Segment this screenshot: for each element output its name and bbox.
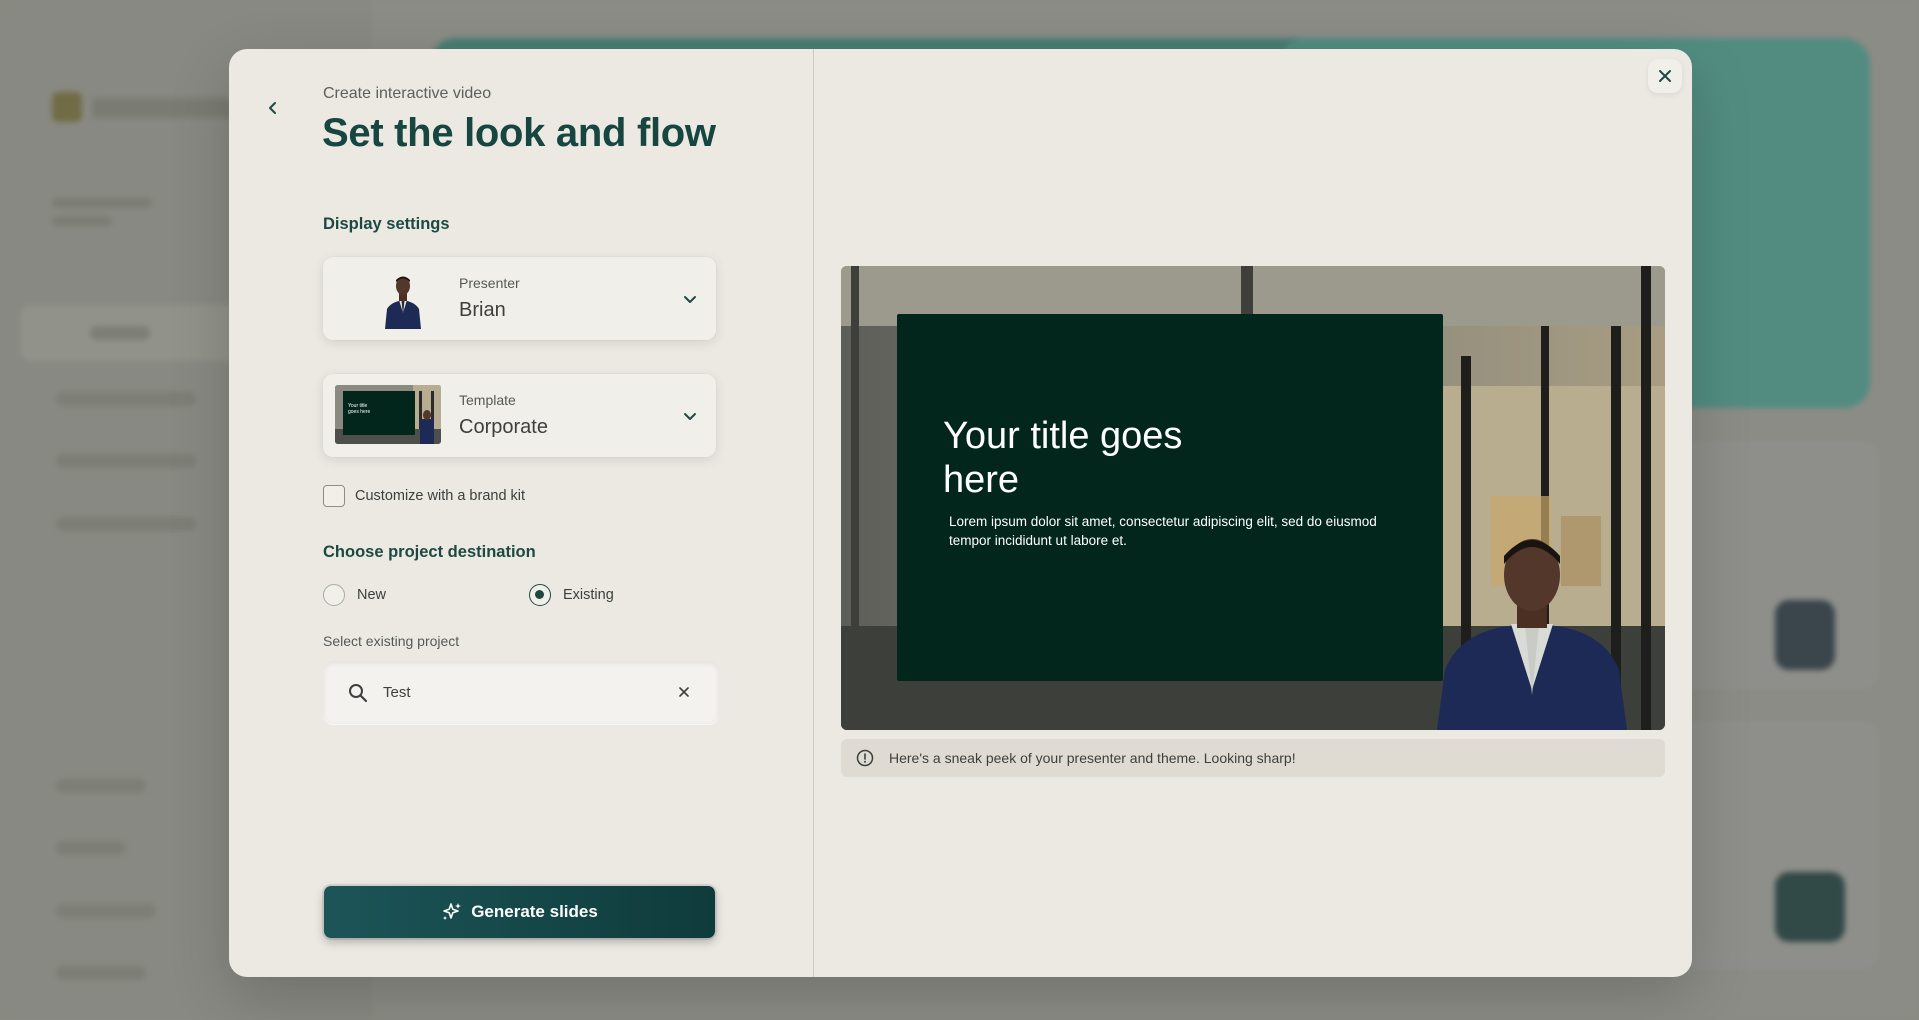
info-icon [855, 748, 875, 768]
brand-kit-label: Customize with a brand kit [355, 488, 526, 504]
chevron-down-icon [680, 289, 700, 309]
brand-kit-option[interactable]: Customize with a brand kit [323, 485, 525, 507]
project-search-input[interactable] [383, 684, 663, 701]
generate-slides-label: Generate slides [471, 902, 598, 921]
presenter-figure [1437, 539, 1627, 730]
brand-kit-checkbox[interactable] [323, 485, 345, 507]
modal-title: Set the look and flow [322, 111, 716, 155]
destination-option-new[interactable]: New [323, 584, 386, 606]
slide-title: Your title goes here [943, 415, 1183, 501]
modal-eyebrow: Create interactive video [323, 85, 492, 102]
presenter-value: Brian [459, 299, 506, 321]
slide-body: Lorem ipsum dolor sit amet, consectetur … [949, 514, 1377, 548]
generate-slides-button[interactable]: Generate slides [324, 886, 715, 938]
back-button[interactable] [259, 94, 287, 122]
slide-preview: Your title goes here Lorem ipsum dolor s… [897, 314, 1443, 681]
preview-info-text: Here's a sneak peek of your presenter an… [889, 750, 1296, 766]
destination-option-existing[interactable]: Existing [529, 584, 614, 606]
destination-heading: Choose project destination [323, 543, 536, 561]
preview-info-bar: Here's a sneak peek of your presenter an… [841, 739, 1665, 777]
template-label: Template [459, 392, 516, 408]
presenter-select[interactable]: Presenter Brian [323, 257, 716, 340]
presenter-preview: Your title goes here Lorem ipsum dolor s… [841, 266, 1665, 730]
template-select[interactable]: Your title goes here Template Corporate [323, 374, 716, 457]
template-value: Corporate [459, 416, 548, 438]
chevron-down-icon [680, 406, 700, 426]
close-button[interactable] [1648, 59, 1682, 93]
sparkles-icon [443, 903, 462, 920]
existing-project-label: Select existing project [323, 633, 460, 649]
presenter-label: Presenter [459, 275, 520, 291]
presenter-avatar [353, 269, 453, 329]
chevron-left-icon [269, 102, 276, 114]
search-icon [347, 682, 369, 704]
template-thumb-title: Your title goes here [348, 403, 371, 415]
radio-existing-label: Existing [563, 587, 614, 603]
clear-search-icon[interactable] [675, 683, 693, 701]
display-settings-heading: Display settings [323, 215, 450, 233]
radio-existing[interactable] [529, 584, 551, 606]
close-icon [1659, 70, 1671, 82]
settings-pane: Create interactive video Set the look an… [229, 49, 814, 977]
radio-new-label: New [357, 587, 387, 603]
template-thumbnail: Your title goes here [335, 385, 441, 444]
radio-new[interactable] [323, 584, 345, 606]
project-search [323, 661, 719, 724]
